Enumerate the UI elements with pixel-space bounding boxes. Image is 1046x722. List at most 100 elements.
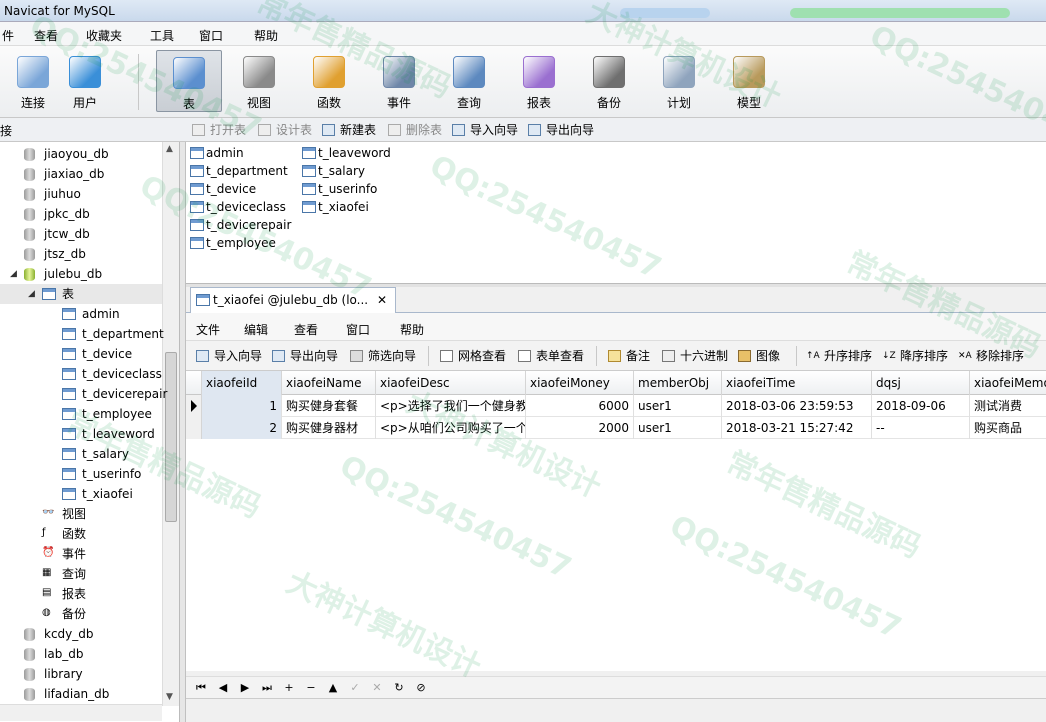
scroll-thumb[interactable] <box>165 352 177 522</box>
column-header[interactable]: xiaofeiTime <box>722 371 872 395</box>
grid-cell-memberObj[interactable]: user1 <box>634 395 722 417</box>
column-header[interactable]: xiaofeiId <box>202 371 282 395</box>
scroll-down-arrow-icon[interactable]: ▼ <box>166 692 173 702</box>
menu-help[interactable]: 帮助 <box>254 27 278 44</box>
tree-table[interactable]: t_department <box>0 324 164 344</box>
menu-view[interactable]: 查看 <box>34 27 58 44</box>
column-header[interactable]: xiaofeiDesc <box>376 371 526 395</box>
sort-descending-button[interactable]: ↓Z 降序排序 <box>882 347 948 365</box>
close-tab-icon[interactable]: ✕ <box>377 288 387 312</box>
tree-database[interactable]: lifadian_db <box>0 684 162 704</box>
object-list-table[interactable]: t_device <box>188 180 256 198</box>
tree-folder[interactable]: ◍ 备份 <box>0 604 162 624</box>
toolbar-schedule-button[interactable]: 计划 <box>646 50 712 112</box>
object-list-table[interactable]: t_department <box>188 162 288 180</box>
tree-database[interactable]: jtcw_db <box>0 224 162 244</box>
tree-database[interactable]: jiaxiao_db <box>0 164 162 184</box>
toolbar-function-button[interactable]: 函数 <box>296 50 362 112</box>
tree-folder[interactable]: ▤ 报表 <box>0 584 162 604</box>
expand-arrow-icon[interactable]: ◢ <box>10 264 17 284</box>
sort-ascending-button[interactable]: ↑A 升序排序 <box>806 347 872 365</box>
toolbar-backup-button[interactable]: 备份 <box>576 50 642 112</box>
table-row[interactable]: 2 购买健身器材 <p>从咱们公司购买了一个 2000 user1 2018-03-21 … <box>186 417 1046 439</box>
editor-menu-edit[interactable]: 编辑 <box>244 321 268 338</box>
column-header[interactable]: dqsj <box>872 371 970 395</box>
open-table-button[interactable]: 打开表 <box>192 121 246 139</box>
tree-database[interactable]: jpkc_db <box>0 204 162 224</box>
object-list-table[interactable]: t_deviceclass <box>188 198 286 216</box>
column-header[interactable]: xiaofeiMoney <box>526 371 634 395</box>
menu-tools[interactable]: 工具 <box>150 27 174 44</box>
tree-database-open[interactable]: ◢ julebu_db <box>0 264 162 284</box>
tree-table[interactable]: t_xiaofei <box>0 484 162 504</box>
tree-table[interactable]: t_userinfo <box>0 464 162 484</box>
remove-sort-button[interactable]: ✕A 移除排序 <box>958 347 1024 365</box>
editor-menu-view[interactable]: 查看 <box>294 321 318 338</box>
tree-database[interactable]: jtsz_db <box>0 244 162 264</box>
tree-table[interactable]: admin <box>0 304 162 324</box>
row-indicator[interactable] <box>186 417 202 439</box>
grid-cell-xiaofeiTime[interactable]: 2018-03-06 23:59:53 <box>722 395 872 417</box>
refresh-icon[interactable]: ↻ <box>390 679 408 697</box>
tree-table[interactable]: t_employee <box>0 404 162 424</box>
form-view-button[interactable]: 表单查看 <box>518 347 584 365</box>
delete-record-icon[interactable]: − <box>302 679 320 697</box>
grid-cell-xiaofeiDesc[interactable]: <p>选择了我们一个健身教 <box>376 395 526 417</box>
expand-arrow-icon[interactable]: ◢ <box>28 284 35 304</box>
object-list-table[interactable]: t_leaveword <box>300 144 391 162</box>
tree-folder[interactable]: ⏰ 事件 <box>0 544 162 564</box>
tree-horizontal-scrollbar[interactable] <box>0 704 162 721</box>
tree-database[interactable]: kcdy_db <box>0 624 162 644</box>
toolbar-user-button[interactable]: 用户 <box>52 50 118 112</box>
memo-button[interactable]: 备注 <box>608 347 650 365</box>
tree-table[interactable]: t_devicerepair <box>0 384 167 404</box>
tree-table[interactable]: t_salary <box>0 444 162 464</box>
grid-cell-xiaofeiDesc[interactable]: <p>从咱们公司购买了一个 <box>376 417 526 439</box>
menu-favorites[interactable]: 收藏夹 <box>86 27 122 44</box>
cancel-changes-icon[interactable]: ✕ <box>368 679 386 697</box>
object-list-table[interactable]: t_xiaofei <box>300 198 369 216</box>
toolbar-table-button[interactable]: 表 <box>156 50 222 112</box>
toolbar-report-button[interactable]: 报表 <box>506 50 572 112</box>
toolbar-view-button[interactable]: 视图 <box>226 50 292 112</box>
object-list-table[interactable]: t_devicerepair <box>188 216 291 234</box>
tree-table[interactable]: t_deviceclass <box>0 364 162 384</box>
design-table-button[interactable]: 设计表 <box>258 121 312 139</box>
new-table-button[interactable]: 新建表 <box>322 121 376 139</box>
toolbar-model-button[interactable]: 模型 <box>716 50 782 112</box>
tree-table[interactable]: t_device <box>0 344 162 364</box>
filter-wizard-button[interactable]: 筛选向导 <box>350 347 416 365</box>
grid-cell-memberObj[interactable]: user1 <box>634 417 722 439</box>
add-record-icon[interactable]: + <box>280 679 298 697</box>
export-wizard-button[interactable]: 导出向导 <box>272 347 338 365</box>
tree-vertical-scrollbar[interactable]: ▲ ▼ <box>162 142 179 706</box>
object-list-table[interactable]: t_salary <box>300 162 365 180</box>
column-header[interactable]: memberObj <box>634 371 722 395</box>
grid-cell-xiaofeiName[interactable]: 购买健身套餐 <box>282 395 376 417</box>
tree-folder[interactable]: 👓 视图 <box>0 504 162 524</box>
edit-record-icon[interactable]: ▲ <box>324 679 342 697</box>
column-header[interactable]: xiaofeiName <box>282 371 376 395</box>
tree-database[interactable]: jiuhuo <box>0 184 162 204</box>
toolbar-query-button[interactable]: 查询 <box>436 50 502 112</box>
next-record-icon[interactable]: ▶ <box>236 679 254 697</box>
grid-cell-xiaofeiMemo[interactable]: 购买商品 <box>970 417 1046 439</box>
editor-menu-help[interactable]: 帮助 <box>400 321 424 338</box>
grid-cell-xiaofeiMemo[interactable]: 测试消费 <box>970 395 1046 417</box>
object-list-table[interactable]: t_userinfo <box>300 180 377 198</box>
tree-database[interactable]: jiaoyou_db <box>0 144 162 164</box>
grid-cell-xiaofeiTime[interactable]: 2018-03-21 15:27:42 <box>722 417 872 439</box>
grid-view-button[interactable]: 网格查看 <box>440 347 506 365</box>
grid-cell-xiaofeiMoney[interactable]: 6000 <box>526 395 634 417</box>
editor-menu-file[interactable]: 文件 <box>196 321 220 338</box>
grid-cell-xiaofeiMoney[interactable]: 2000 <box>526 417 634 439</box>
delete-table-button[interactable]: 删除表 <box>388 121 442 139</box>
row-indicator[interactable] <box>186 395 202 417</box>
hex-button[interactable]: 十六进制 <box>662 347 728 365</box>
editor-menu-window[interactable]: 窗口 <box>346 321 370 338</box>
scroll-up-arrow-icon[interactable]: ▲ <box>166 144 173 154</box>
tree-database[interactable]: lab_db <box>0 644 162 664</box>
prev-record-icon[interactable]: ◀ <box>214 679 232 697</box>
tree-database[interactable]: library <box>0 664 162 684</box>
grid-cell-xiaofeiId[interactable]: 1 <box>202 395 282 417</box>
